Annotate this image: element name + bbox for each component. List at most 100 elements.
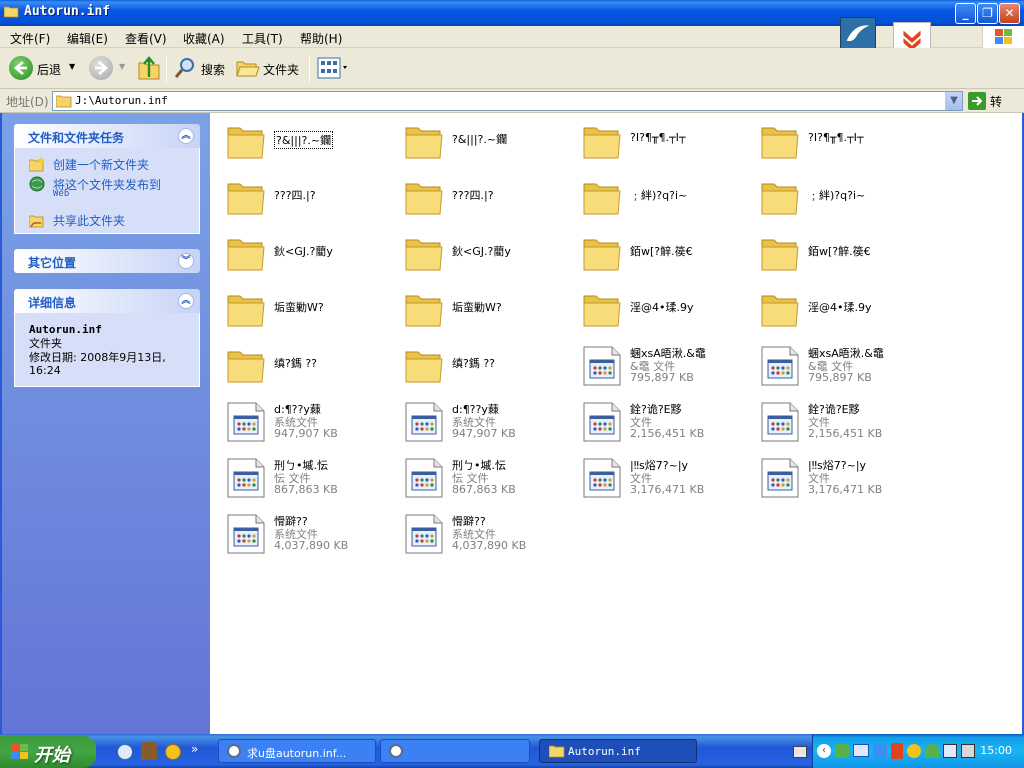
new-folder-icon [29, 156, 45, 172]
search-button[interactable]: 搜索 [201, 61, 225, 78]
share-folder-icon [29, 215, 44, 228]
item-name: 鈥<GJ.?藺y [274, 245, 333, 258]
menu-favorites[interactable]: 收藏(A) [183, 30, 225, 47]
tray-umbrella-icon[interactable] [925, 744, 939, 758]
menu-edit[interactable]: 编辑(E) [67, 30, 108, 47]
tray-display-icon[interactable] [943, 744, 957, 758]
folder-icon [404, 122, 444, 162]
media-player-icon[interactable] [165, 744, 181, 760]
details-title: 详细信息 [28, 296, 77, 310]
folder-item[interactable]: ?Ⅰ?¶╥¶.┬Ⅰ┬ [574, 114, 752, 170]
window-title: Autorun.inf [24, 4, 111, 19]
file-item[interactable]: 愲躃?? 系统文件 4,037,890 KB [396, 506, 574, 562]
quick-launch-more-icon[interactable]: » [191, 742, 198, 756]
folder-item[interactable]: 垢蛮勦W? [396, 282, 574, 338]
other-places-title: 其它位置 [28, 256, 77, 270]
task-label: 共享此文件夹 [53, 214, 126, 228]
file-item[interactable]: d:¶??y蕀 系统文件 947,907 KB [396, 394, 574, 450]
tray-network-icon[interactable] [873, 744, 887, 758]
taskbar-button-explorer[interactable]: Autorun.inf [539, 739, 697, 763]
folder-item[interactable]: 鈥<GJ.?藺y [218, 226, 396, 282]
qq-penguin-icon[interactable] [141, 742, 157, 760]
item-size: 2,156,451 KB [630, 427, 705, 440]
search-icon[interactable] [173, 56, 197, 80]
taskbar-button-blank[interactable] [380, 739, 530, 763]
file-item[interactable]: 蜠xsA晤湫.&鼀 &鼀 文件 795,897 KB [574, 338, 752, 394]
tray-download-icon[interactable] [891, 743, 903, 759]
folder-item[interactable]: ???四.|? [396, 170, 574, 226]
item-name: ?Ⅰ?¶╥¶.┬Ⅰ┬ [808, 131, 864, 144]
folder-item[interactable]: ?Ⅰ?¶╥¶.┬Ⅰ┬ [752, 114, 930, 170]
file-item[interactable]: 愲躃?? 系统文件 4,037,890 KB [218, 506, 396, 562]
taskbar-button-browser[interactable]: 求u盘autorun.inf... [218, 739, 376, 763]
item-size: 867,863 KB [452, 483, 516, 496]
tasks-title: 文件和文件夹任务 [28, 131, 125, 145]
back-dropdown-icon[interactable]: ▼ [69, 62, 75, 71]
menu-view[interactable]: 查看(V) [125, 30, 167, 47]
tray-volume-icon[interactable] [961, 744, 975, 758]
folder-item[interactable]: 垢蛮勦W? [218, 282, 396, 338]
address-input[interactable]: J:\Autorun.inf ▼ [52, 91, 963, 111]
views-button[interactable] [317, 57, 351, 79]
start-button[interactable]: 开始 [0, 736, 96, 768]
folder-item[interactable]: 缜?鎷 ?? [396, 338, 574, 394]
maximize-button[interactable]: ❐ [977, 3, 998, 24]
folders-icon[interactable] [236, 57, 260, 79]
folder-item[interactable]: ?&|||?.~鑭 [218, 114, 396, 170]
system-file-icon [760, 402, 800, 442]
tray-status-icon[interactable] [907, 744, 921, 758]
folder-icon [404, 234, 444, 274]
taskbar-button-label: Autorun.inf [568, 745, 641, 758]
folder-item[interactable]: ?&|||?.~鑭 [396, 114, 574, 170]
file-item[interactable]: 銓?诡?E黟 文件 2,156,451 KB [574, 394, 752, 450]
collapse-chevron-icon[interactable]: ︽ [178, 293, 194, 309]
folder-item[interactable]: 鈥<GJ.?藺y [396, 226, 574, 282]
forward-dropdown-icon[interactable]: ▼ [119, 62, 125, 71]
forward-arrow-icon[interactable] [89, 56, 113, 80]
folder-item[interactable]: ???四.|? [218, 170, 396, 226]
menu-tools[interactable]: 工具(T) [242, 30, 283, 47]
file-item[interactable]: d:¶??y蕀 系统文件 947,907 KB [218, 394, 396, 450]
folder-item[interactable]: ﹔絆)?q?i~ [752, 170, 930, 226]
other-places-box: 其它位置 ︾ [14, 249, 200, 273]
file-item[interactable]: 刑ㄅ•墄.忶忶 文件 867,863 KB [396, 450, 574, 506]
system-tray: ‹ 15:00 [812, 734, 1024, 768]
item-name: 鈥<GJ.?藺y [452, 245, 511, 258]
address-dropdown-icon[interactable]: ▼ [945, 92, 962, 110]
up-folder-icon[interactable] [137, 55, 161, 81]
back-arrow-icon[interactable] [9, 56, 33, 80]
other-places-header[interactable]: 其它位置 ︾ [14, 249, 200, 273]
file-item[interactable]: 銓?诡?E黟 文件 2,156,451 KB [752, 394, 930, 450]
folder-item[interactable]: 銆w[?觪.篌€ [752, 226, 930, 282]
keyboard-icon[interactable] [793, 746, 807, 758]
address-label: 地址(D) [6, 95, 49, 109]
tasks-header[interactable]: 文件和文件夹任务 ︽ [14, 124, 200, 148]
collapse-chevron-icon[interactable]: ︽ [178, 128, 194, 144]
folder-item[interactable]: 淫@4•瑈.9y [574, 282, 752, 338]
clock[interactable]: 15:00 [980, 744, 1012, 757]
menu-help[interactable]: 帮助(H) [300, 30, 342, 47]
file-item[interactable]: 刑ㄅ•墄.忶忶 文件 867,863 KB [218, 450, 396, 506]
ie-icon[interactable] [117, 744, 133, 760]
expand-chevron-icon[interactable]: ︾ [178, 253, 194, 269]
globe-icon [29, 176, 45, 192]
folder-item[interactable]: 缜?鎷 ?? [218, 338, 396, 394]
tray-monitor-icon[interactable] [853, 744, 869, 757]
back-button[interactable]: 后退 [37, 61, 61, 78]
tray-shield-icon[interactable] [835, 744, 849, 758]
item-name: 銆w[?觪.篌€ [808, 245, 871, 258]
file-item[interactable]: |‼s焀7?~|y 文件 3,176,471 KB [752, 450, 930, 506]
menu-file[interactable]: 文件(F) [10, 30, 50, 47]
system-file-icon [582, 346, 622, 386]
details-header[interactable]: 详细信息 ︽ [14, 289, 200, 313]
close-button[interactable]: ✕ [999, 3, 1020, 24]
go-arrow-icon [968, 92, 986, 110]
file-item[interactable]: 蜠xsA晤湫.&鼀 &鼀 文件 795,897 KB [752, 338, 930, 394]
file-item[interactable]: |‼s焀7?~|y 文件 3,176,471 KB [574, 450, 752, 506]
minimize-button[interactable]: _ [955, 3, 976, 24]
folder-item[interactable]: ﹔絆)?q?i~ [574, 170, 752, 226]
folder-item[interactable]: 銆w[?觪.篌€ [574, 226, 752, 282]
folder-item[interactable]: 淫@4•瑈.9y [752, 282, 930, 338]
tray-expand-icon[interactable]: ‹ [817, 744, 831, 758]
folders-button[interactable]: 文件夹 [263, 61, 299, 78]
